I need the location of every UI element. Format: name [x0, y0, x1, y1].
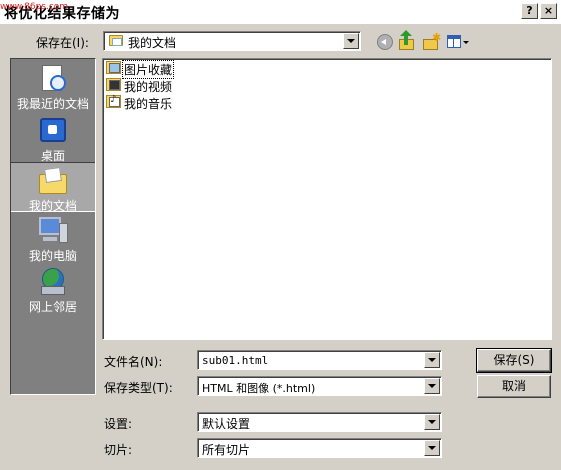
- file-list[interactable]: 图片收藏 我的视频 我的音乐: [102, 58, 552, 340]
- filename-value: sub01.html: [202, 354, 269, 367]
- file-name: 图片收藏: [121, 60, 175, 79]
- filetype-dropdown[interactable]: HTML 和图像 (*.html): [197, 376, 442, 396]
- back-icon[interactable]: [377, 34, 393, 50]
- folder-icon: [109, 35, 123, 46]
- close-button[interactable]: ×: [540, 3, 557, 19]
- slices-label: 切片:: [104, 443, 133, 457]
- network-places-icon: [37, 266, 69, 298]
- chevron-down-icon[interactable]: [424, 378, 440, 394]
- help-icon: ?: [526, 4, 533, 17]
- save-in-dropdown[interactable]: 我的文档: [103, 31, 361, 51]
- save-optimized-dialog: 将优化结果存储为 www.86ps.com ? × 保存在(I): 我的文档 ✱…: [0, 0, 561, 470]
- videos-folder-icon: [106, 78, 121, 91]
- slices-dropdown[interactable]: 所有切片: [197, 438, 442, 458]
- settings-label: 设置:: [104, 417, 133, 431]
- up-folder-icon[interactable]: [398, 30, 416, 51]
- file-name: 我的音乐: [124, 97, 173, 111]
- place-my-computer[interactable]: 我的电脑: [11, 215, 95, 265]
- new-folder-icon[interactable]: ✱: [422, 32, 441, 51]
- place-label: 我的电脑: [28, 249, 77, 263]
- help-button[interactable]: ?: [521, 3, 538, 19]
- settings-value: 默认设置: [202, 417, 251, 431]
- place-my-documents[interactable]: 我的文档: [11, 162, 95, 213]
- place-network[interactable]: 网上邻居: [11, 266, 95, 316]
- filetype-value: HTML 和图像 (*.html): [202, 382, 316, 395]
- desktop-icon: [37, 115, 69, 147]
- cancel-button[interactable]: 取消: [477, 375, 551, 398]
- recent-documents-icon: [37, 63, 69, 95]
- chevron-down-icon[interactable]: [424, 414, 440, 430]
- places-bar: 我最近的文档 桌面 我的文档 我的电脑 网上邻居: [10, 58, 96, 395]
- place-desktop[interactable]: 桌面: [11, 115, 95, 165]
- my-computer-icon: [37, 215, 69, 247]
- place-label: 我最近的文档: [16, 97, 89, 111]
- filetype-label: 保存类型(T):: [104, 381, 173, 395]
- close-icon: ×: [543, 4, 554, 17]
- filename-field[interactable]: sub01.html: [197, 350, 442, 370]
- title-bar[interactable]: 将优化结果存储为 www.86ps.com ? ×: [0, 0, 561, 24]
- filename-label: 文件名(N):: [104, 355, 163, 369]
- watermark-text: www.86ps.com: [0, 2, 69, 12]
- chevron-down-icon[interactable]: [424, 440, 440, 456]
- file-name: 我的视频: [124, 80, 173, 94]
- place-label: 网上邻居: [28, 300, 77, 314]
- chevron-down-icon[interactable]: [424, 352, 440, 368]
- save-in-value: 我的文档: [128, 36, 177, 50]
- slices-value: 所有切片: [202, 443, 251, 457]
- music-folder-icon: [106, 94, 121, 108]
- save-in-label: 保存在(I):: [36, 36, 89, 50]
- pictures-folder-icon: [106, 61, 121, 74]
- place-recent-documents[interactable]: 我最近的文档: [11, 63, 95, 113]
- chevron-down-icon[interactable]: [343, 33, 359, 49]
- place-label: 我的文档: [28, 199, 77, 213]
- views-menu-icon[interactable]: [446, 33, 470, 51]
- settings-dropdown[interactable]: 默认设置: [197, 412, 442, 432]
- my-documents-icon: [37, 165, 69, 197]
- save-button[interactable]: 保存(S): [476, 348, 552, 373]
